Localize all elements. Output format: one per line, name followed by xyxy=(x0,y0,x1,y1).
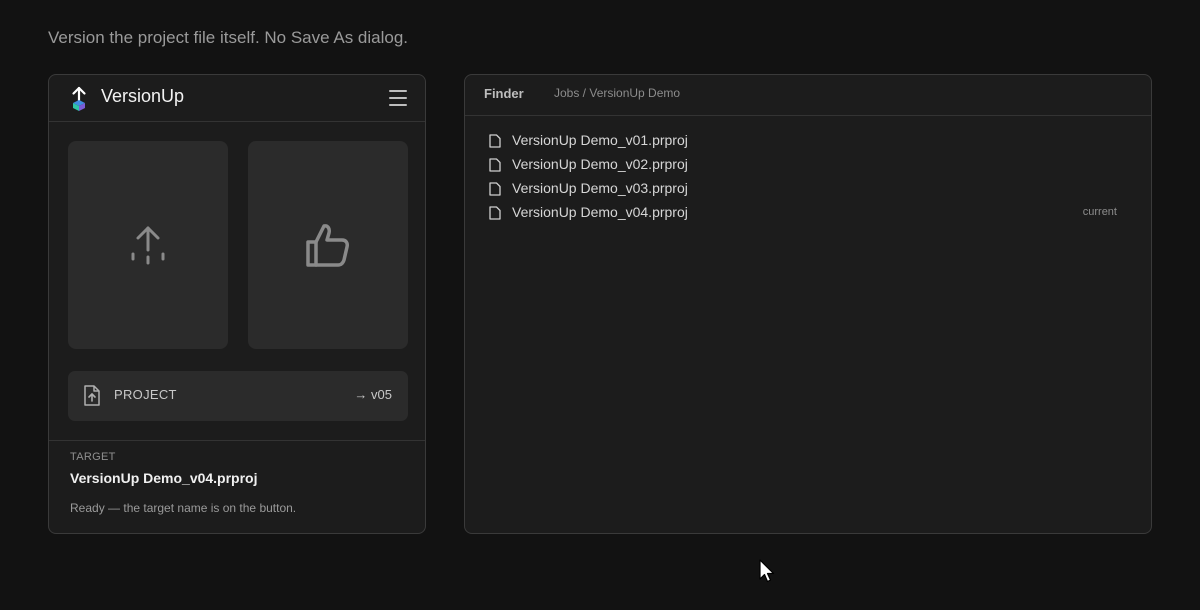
version-project-button[interactable]: PROJECT → v05 xyxy=(68,371,408,421)
versionup-panel: VersionUp PROJECT → v05 TARGET VersionUp… xyxy=(48,74,426,534)
file-name: VersionUp Demo_v02.prproj xyxy=(512,156,688,172)
file-name: VersionUp Demo_v04.prproj xyxy=(512,204,688,220)
file-list: VersionUp Demo_v01.prproj VersionUp Demo… xyxy=(489,129,1129,225)
hamburger-menu-icon[interactable] xyxy=(389,90,407,106)
file-item-v03[interactable]: VersionUp Demo_v03.prproj xyxy=(489,177,1129,201)
current-badge: current xyxy=(1082,206,1117,218)
mouse-cursor-icon xyxy=(759,559,775,583)
file-name: VersionUp Demo_v03.prproj xyxy=(512,180,688,196)
target-label: TARGET xyxy=(70,451,116,463)
file-upload-icon xyxy=(84,385,100,406)
finder-window: Finder Jobs / VersionUp Demo VersionUp D… xyxy=(464,74,1152,534)
finder-header: Finder Jobs / VersionUp Demo xyxy=(465,75,1151,116)
file-icon xyxy=(489,182,501,196)
upload-arrow-icon xyxy=(72,86,86,111)
file-icon xyxy=(489,206,501,220)
breadcrumb[interactable]: Jobs / VersionUp Demo xyxy=(554,86,680,100)
status-message: Ready — the target name is on the button… xyxy=(70,501,297,515)
upload-arrow-icon xyxy=(131,226,165,265)
file-item-v02[interactable]: VersionUp Demo_v02.prproj xyxy=(489,153,1129,177)
target-file-name: VersionUp Demo_v04.prproj xyxy=(70,470,258,486)
app-page: Version the project file itself. No Save… xyxy=(0,0,1200,610)
page-tagline: Version the project file itself. No Save… xyxy=(48,28,409,47)
version-up-tile[interactable] xyxy=(68,141,228,349)
divider xyxy=(49,440,425,441)
versionup-header: VersionUp xyxy=(49,75,425,122)
file-icon xyxy=(489,158,501,172)
finder-title: Finder xyxy=(484,86,524,101)
approve-tile[interactable] xyxy=(248,141,408,349)
project-label: PROJECT xyxy=(114,387,177,402)
file-name: VersionUp Demo_v01.prproj xyxy=(512,132,688,148)
file-item-v01[interactable]: VersionUp Demo_v01.prproj xyxy=(489,129,1129,153)
thumbs-up-icon xyxy=(306,224,349,267)
app-title: VersionUp xyxy=(101,86,185,106)
file-icon xyxy=(489,134,501,148)
file-item-v04[interactable]: VersionUp Demo_v04.prproj current xyxy=(489,201,1129,225)
project-target-version: → v05 xyxy=(354,387,392,402)
